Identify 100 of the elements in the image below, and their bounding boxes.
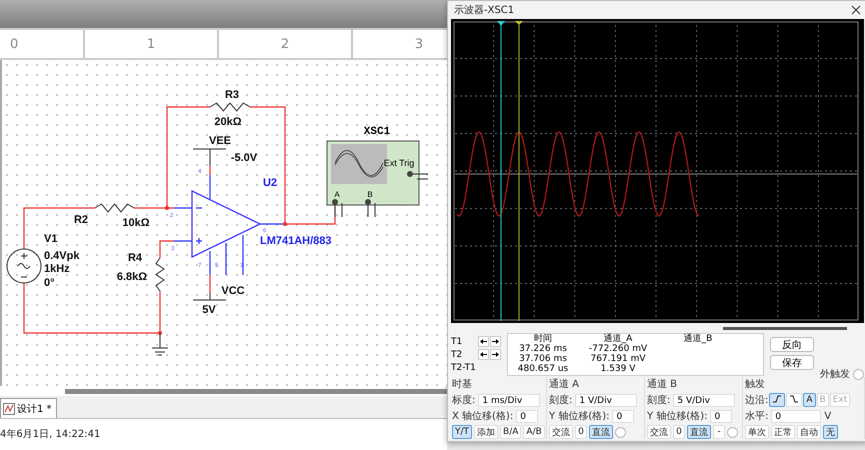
arrow-right-icon <box>492 352 499 357</box>
junction-dot <box>158 331 162 335</box>
component-value: 1kHz <box>44 263 70 275</box>
field-label: 边沿: <box>745 394 768 407</box>
source-button[interactable]: A <box>803 393 816 407</box>
input-field[interactable]: 1 V/Div <box>575 394 638 406</box>
field-label: 水平: <box>745 410 768 423</box>
column-header: 通道_A <box>602 335 634 344</box>
arrow-left-icon <box>480 339 487 344</box>
group-title: 通道 B <box>647 378 678 391</box>
component-value: 0° <box>44 277 55 289</box>
option-label: 外触发 <box>820 368 850 381</box>
resistor-symbol <box>155 258 165 292</box>
input-field[interactable]: 5 V/Div <box>673 394 736 406</box>
group-title: 通道 A <box>549 378 580 391</box>
time-reading: 37.706 ms <box>518 355 568 364</box>
trigger-mode-button[interactable]: 正常 <box>771 425 795 439</box>
radio-button[interactable] <box>615 426 626 438</box>
cursor-left-button[interactable] <box>478 349 489 360</box>
junction-dot <box>165 206 169 210</box>
component-label: U2 <box>262 177 278 189</box>
reverse-button[interactable]: 反向 <box>770 337 814 352</box>
field-label: 刻度: <box>647 394 670 407</box>
cursor-label: T2 <box>451 349 464 361</box>
ruler-number: 0 <box>10 36 18 52</box>
document-tab[interactable]: 设计1 * <box>0 398 57 418</box>
cursor-line[interactable] <box>515 21 523 321</box>
mode-button[interactable]: Y/T <box>452 425 472 439</box>
ruler-number: 3 <box>414 36 424 52</box>
field-label: Y 轴位移(格): <box>647 410 708 423</box>
save-button[interactable]: 保存 <box>770 355 814 370</box>
trigger-mode-button[interactable]: 自动 <box>797 425 821 439</box>
cursor-right-button[interactable] <box>490 349 501 360</box>
terminal-label: A <box>334 190 340 199</box>
coupling-button[interactable]: - <box>713 425 725 439</box>
ruler-number: 1 <box>146 36 156 52</box>
component-label: XSC1 <box>364 126 390 138</box>
field-label: 标度: <box>452 394 476 407</box>
coupling-button[interactable]: 0 <box>575 425 587 439</box>
supply-symbol <box>192 148 226 166</box>
supply-value: 5V <box>202 304 216 316</box>
opamp-symbol <box>191 190 261 258</box>
arrow-left-icon <box>480 352 487 357</box>
resistor-symbol <box>94 203 134 213</box>
input-field[interactable]: 1 ms/Div <box>478 394 540 406</box>
arrow-right-icon <box>492 339 499 344</box>
component-value: LM741AH/883 <box>260 235 332 247</box>
mode-button[interactable]: 添加 <box>474 425 498 439</box>
component-value: 10kΩ <box>122 217 150 229</box>
channel-reading: -772.260 mV <box>588 345 648 354</box>
channel-reading: 1.539 V <box>600 365 636 375</box>
junction-dot <box>283 222 287 226</box>
component-label: R3 <box>224 89 240 101</box>
input-field[interactable]: 0 <box>612 410 634 422</box>
coupling-button[interactable]: 交流 <box>549 425 573 439</box>
scrollbar-thumb[interactable] <box>65 388 447 394</box>
cursor-label: T2-T1 <box>451 362 477 374</box>
component-label: R4 <box>128 252 142 264</box>
field-label: X 轴位移(格): <box>452 410 514 423</box>
component-value: 6.8kΩ <box>116 271 148 283</box>
coupling-button[interactable]: 直流 <box>687 425 711 439</box>
trigger-mode-button[interactable]: 单次 <box>745 425 769 439</box>
cursor-line[interactable] <box>497 21 505 321</box>
ground-symbol <box>152 332 168 356</box>
coupling-button[interactable]: 直流 <box>589 425 613 439</box>
radio-button[interactable] <box>853 368 864 380</box>
terminal-label: Ext Trig <box>384 158 414 168</box>
scrollbar-thumb[interactable] <box>723 326 847 330</box>
status-text: 4年6月1日, 14:22:41 <box>0 429 100 440</box>
cursor-left-button[interactable] <box>478 336 489 347</box>
trigger-mode-button[interactable]: 无 <box>823 425 838 439</box>
input-field[interactable]: 0 <box>516 410 538 422</box>
column-header: 时间 <box>533 335 553 344</box>
mode-button[interactable]: B/A <box>500 425 522 439</box>
supply-value: -5.0V <box>230 152 258 164</box>
terminal-label: B <box>367 190 373 199</box>
radio-button[interactable] <box>727 426 738 438</box>
component-label: V1 <box>44 233 58 245</box>
component-label: R2 <box>74 214 88 226</box>
close-icon[interactable] <box>851 5 861 15</box>
time-reading: 37.226 ms <box>518 345 568 354</box>
group-title: 触发 <box>745 378 766 391</box>
channel-reading: 767.191 mV <box>589 355 646 364</box>
edge-button[interactable] <box>769 393 786 407</box>
group-title: 时基 <box>452 378 473 391</box>
rising-edge-icon <box>772 394 782 404</box>
falling-edge-icon <box>789 394 800 404</box>
unit-label: V <box>824 410 832 422</box>
supply-symbol <box>192 292 226 300</box>
mode-button[interactable]: A/B <box>523 425 545 439</box>
input-field[interactable]: 0 <box>771 410 822 422</box>
ruler-number: 2 <box>280 36 290 52</box>
oscilloscope-symbol[interactable] <box>326 140 428 218</box>
window-title: 示波器-XSC1 <box>454 4 514 17</box>
cursor-right-button[interactable] <box>490 336 501 347</box>
coupling-button[interactable]: 0 <box>673 425 685 439</box>
schematic-icon <box>3 402 15 414</box>
coupling-button[interactable]: 交流 <box>647 425 671 439</box>
input-field[interactable]: 0 <box>710 410 732 422</box>
supply-label: VCC <box>221 285 245 297</box>
